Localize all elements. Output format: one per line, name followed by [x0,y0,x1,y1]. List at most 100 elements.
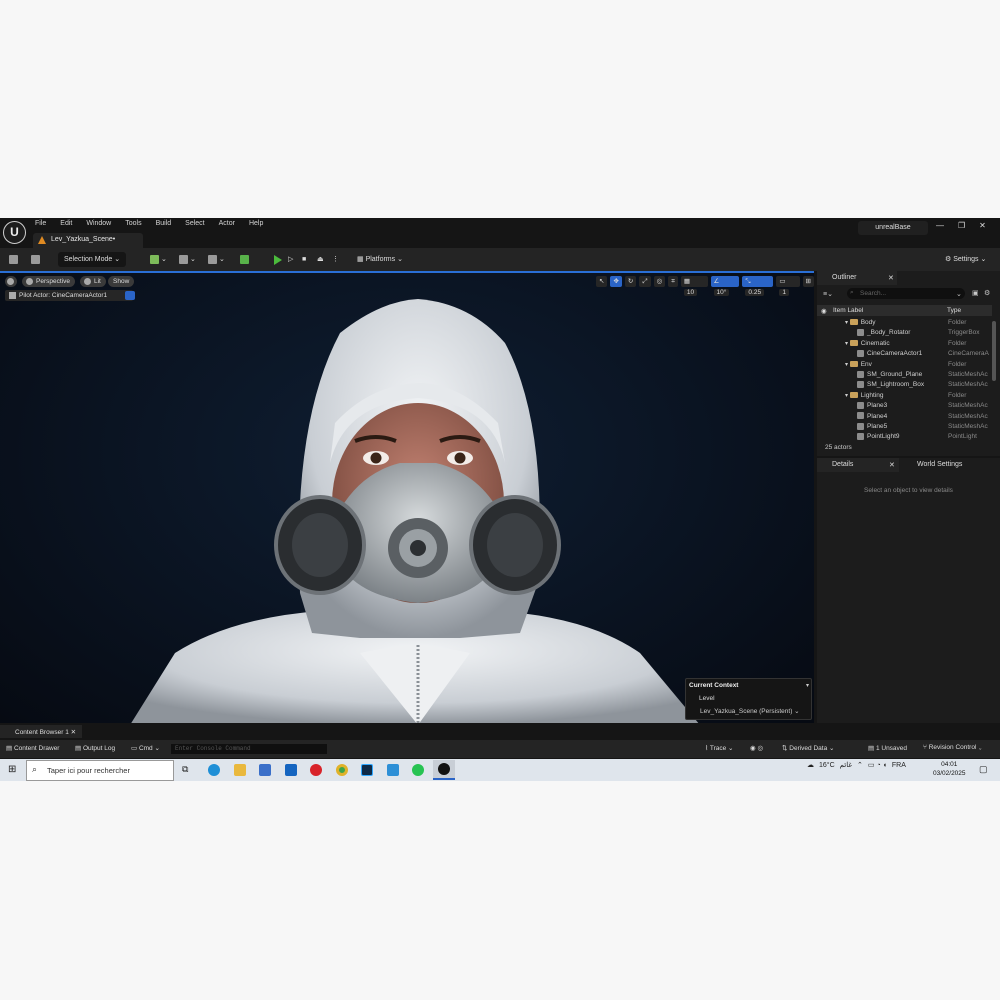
menu-tools[interactable]: Tools [125,220,141,227]
console-input[interactable]: Enter Console Command [171,744,327,754]
viewport-menu-icon[interactable] [5,276,17,287]
tray-icons[interactable]: ▭ ◔ ◖ [868,761,887,769]
windows-start-icon[interactable]: ⊞ [8,764,16,775]
outliner-settings-icon[interactable]: ⚙ [984,289,990,297]
tray-chevron-icon[interactable]: ⌃ [857,761,863,769]
store-icon[interactable] [259,764,271,776]
outliner-row[interactable]: Plane3 StaticMeshAc [817,401,992,411]
chrome-icon[interactable] [336,764,348,776]
select-tool-icon[interactable]: ↖ [596,276,608,287]
minimize-icon[interactable]: — [936,221,944,230]
maximize-viewport-icon[interactable]: ⊞ [802,276,814,287]
outliner-row[interactable]: SM_Ground_Plane StaticMeshAc [817,370,992,380]
trace-button[interactable]: ⌇ Trace ⌄ [705,744,734,752]
camera-speed-value[interactable]: ▭ 1 [776,276,800,296]
status-icons[interactable]: ◉ ◎ [750,744,763,752]
platforms-button[interactable]: ▦ Platforms ⌄ [357,252,403,267]
file-explorer-icon[interactable] [234,764,246,776]
output-log-button[interactable]: ▤ Output Log [75,744,115,752]
outliner-row[interactable]: Plane5 StaticMeshAc [817,422,992,432]
col-type[interactable]: Type [947,307,961,314]
camera-view-icon[interactable] [125,291,135,300]
content-drawer-button[interactable]: ▤ Content Drawer [6,744,59,752]
eject-icon[interactable]: ⏏ [317,252,324,267]
level-viewport[interactable]: Perspective Lit Show Pilot Actor: CineCa… [0,271,814,723]
selection-mode-button[interactable]: Selection Mode ⌄ [58,252,127,267]
more-options-icon[interactable]: ⋮ [332,252,339,267]
outliner-tab[interactable]: Outliner ✕ [817,271,897,285]
outliner-row[interactable]: ▾ Env Folder [817,360,992,370]
grid-snap-value[interactable]: ▦ 10 [680,276,708,296]
modes-icon[interactable] [240,252,249,267]
expand-arrow-icon[interactable]: ▾ [845,320,850,326]
filter-icon[interactable]: ≡⌄ [823,290,833,298]
unreal-taskbar-button[interactable] [433,760,455,780]
outliner-search-input[interactable]: ⌕ Search... [847,288,965,299]
notifications-icon[interactable]: ▢ [979,764,988,775]
world-space-icon[interactable]: ◎ [653,276,666,287]
outliner-row[interactable]: Plane4 StaticMeshAc [817,412,992,422]
menu-help[interactable]: Help [249,220,263,227]
add-actor-icon[interactable]: ⌄ [150,252,167,267]
search-dropdown-icon[interactable]: ⌄ [956,290,962,298]
opera-icon[interactable] [310,764,322,776]
outliner-row[interactable]: ▾ Body Folder [817,318,992,328]
photoshop-icon[interactable] [361,764,373,776]
show-button[interactable]: Show [108,276,135,287]
outliner-row[interactable]: PointLight9 PointLight [817,432,992,442]
details-close-icon[interactable]: ✕ [889,461,895,469]
lit-button[interactable]: Lit [80,276,106,287]
restore-icon[interactable]: ❐ [958,221,965,230]
menu-build[interactable]: Build [156,220,172,227]
perspective-button[interactable]: Perspective [22,276,75,287]
settings-button[interactable]: ⚙ Settings ⌄ [945,252,986,267]
temperature[interactable]: 16°C [819,762,835,769]
whatsapp-icon[interactable] [412,764,424,776]
add-folder-icon[interactable]: ▣ [972,289,979,297]
close-icon[interactable]: ✕ [979,221,986,230]
play-icon[interactable] [274,255,282,265]
task-view-icon[interactable]: ⧉ [182,764,188,775]
scale-tool-icon[interactable]: ⤢ [639,276,651,287]
expand-arrow-icon[interactable]: ▾ [845,341,850,347]
context-level-select[interactable]: Lev_Yazkua_Scene (Persistent) ⌄ [700,707,800,715]
rotate-tool-icon[interactable]: ↻ [624,276,637,287]
menu-actor[interactable]: Actor [219,220,235,227]
step-icon[interactable]: ▷ [288,252,293,267]
outliner-scrollbar[interactable] [992,321,996,381]
angle-snap-value[interactable]: ∠ 10° [710,276,740,296]
world-settings-tab[interactable]: World Settings [902,458,1000,472]
cinematics-icon[interactable]: ⌄ [208,252,225,267]
unreal-logo-icon[interactable]: U [3,221,26,244]
cmd-dropdown[interactable]: ▭ Cmd ⌄ [131,744,160,752]
outliner-row[interactable]: CineCameraActor1 CineCameraA [817,349,992,359]
menu-window[interactable]: Window [86,220,111,227]
outliner-row[interactable]: ▾ Lighting Folder [817,391,992,401]
level-document-tab[interactable]: Lev_Yazkua_Scene• [33,233,143,248]
details-tab[interactable]: Details ✕ [817,458,899,472]
outliner-close-icon[interactable]: ✕ [888,274,894,282]
outliner-row[interactable]: ▾ Cinematic Folder [817,339,992,349]
menu-edit[interactable]: Edit [60,220,72,227]
outliner-row[interactable]: SM_Lightroom_Box StaticMeshAc [817,380,992,390]
col-item-label[interactable]: Item Label [833,307,863,314]
weather-icon[interactable]: ☁ [807,761,814,769]
language-indicator[interactable]: FRA [892,762,906,769]
stop-icon[interactable]: ■ [302,252,306,267]
expand-arrow-icon[interactable]: ▾ [845,393,850,399]
menu-file[interactable]: File [35,220,46,227]
pilot-actor-bar[interactable]: Pilot Actor: CineCameraActor1 [5,290,134,301]
save-icon[interactable] [9,252,18,267]
content-browser-tab[interactable]: Content Browser 1 ✕ [0,725,82,738]
maya-icon[interactable] [387,764,399,776]
derived-data-button[interactable]: ⇅ Derived Data ⌄ [782,744,834,752]
unsaved-button[interactable]: ▤ 1 Unsaved [868,744,907,752]
blueprint-icon[interactable]: ⌄ [179,252,196,267]
taskbar-clock[interactable]: 04:01 03/02/2025 [933,760,966,778]
context-collapse-icon[interactable]: ▾ [806,682,809,689]
menu-select[interactable]: Select [185,220,204,227]
surface-snap-icon[interactable]: ⌗ [668,276,678,287]
outlook-icon[interactable] [285,764,297,776]
edge-icon[interactable] [208,764,220,776]
move-tool-icon[interactable]: ✥ [610,276,622,287]
